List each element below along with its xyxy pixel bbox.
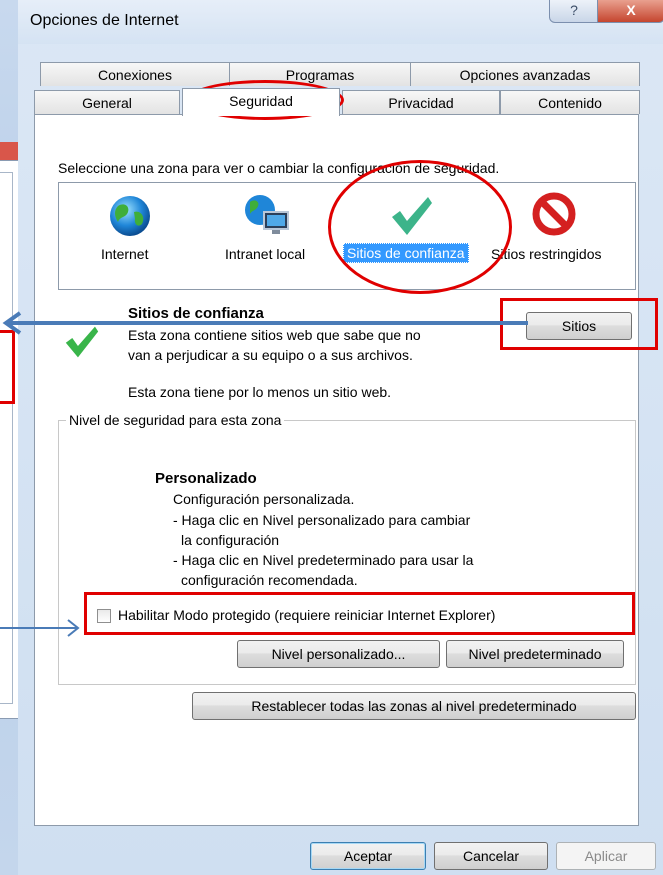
security-level-line-5: configuración recomendada. xyxy=(181,572,358,588)
restricted-no-icon[interactable] xyxy=(532,192,576,239)
apply-button: Aplicar xyxy=(556,842,656,870)
annotation-box-protected-mode xyxy=(84,592,635,635)
globe-icon[interactable] xyxy=(108,194,152,241)
background-annotation-box xyxy=(0,330,15,404)
custom-level-button[interactable]: Nivel personalizado... xyxy=(237,640,440,668)
ok-button[interactable]: Aceptar xyxy=(310,842,426,870)
tab-label: Privacidad xyxy=(388,95,454,111)
security-level-line-4: - Haga clic en Nivel predeterminado para… xyxy=(173,552,474,568)
tab-label: Contenido xyxy=(538,95,602,111)
zone-label-internet[interactable]: Internet xyxy=(101,246,148,262)
help-button[interactable]: ? xyxy=(549,0,599,23)
tab-conexiones[interactable]: Conexiones xyxy=(40,62,230,86)
window-title: Opciones de Internet xyxy=(30,12,179,29)
default-level-button[interactable]: Nivel predeterminado xyxy=(446,640,624,668)
tab-seguridad[interactable]: Seguridad xyxy=(182,88,340,116)
arrow-left-icon xyxy=(2,311,528,335)
reset-all-zones-button[interactable]: Restablecer todas las zonas al nivel pre… xyxy=(192,692,636,720)
selected-zone-note: Esta zona tiene por lo menos un sitio we… xyxy=(128,384,392,400)
close-button[interactable]: X xyxy=(597,0,663,23)
security-level-line-3: la configuración xyxy=(181,532,280,548)
intranet-globe-icon[interactable] xyxy=(242,192,292,241)
annotation-circle-trusted-sites xyxy=(328,160,512,294)
tab-label: Opciones avanzadas xyxy=(459,67,591,83)
selected-zone-description-2: van a perjudicar a su equipo o a sus arc… xyxy=(128,347,413,363)
tab-label: General xyxy=(82,95,132,111)
tab-label: Programas xyxy=(285,67,355,83)
arrow-right-icon xyxy=(0,619,80,637)
tab-label: Conexiones xyxy=(98,67,172,83)
tab-contenido[interactable]: Contenido xyxy=(500,90,640,114)
security-level-line-2: - Haga clic en Nivel personalizado para … xyxy=(173,512,471,528)
security-level-title: Personalizado xyxy=(155,470,257,487)
zone-label-sitios-restringidos[interactable]: Sitios restringidos xyxy=(491,246,602,262)
security-level-group-label: Nivel de seguridad para esta zona xyxy=(66,412,285,428)
tab-label: Seguridad xyxy=(229,93,293,109)
tab-general[interactable]: General xyxy=(34,90,180,114)
title-bar: Opciones de Internet ? X xyxy=(18,0,663,44)
zone-label-intranet-local[interactable]: Intranet local xyxy=(225,246,305,262)
security-level-line-1: Configuración personalizada. xyxy=(173,491,355,507)
background-window-header xyxy=(0,142,18,161)
cancel-button[interactable]: Cancelar xyxy=(434,842,548,870)
tab-privacidad[interactable]: Privacidad xyxy=(342,90,500,114)
tab-opciones-avanzadas[interactable]: Opciones avanzadas xyxy=(410,62,640,86)
